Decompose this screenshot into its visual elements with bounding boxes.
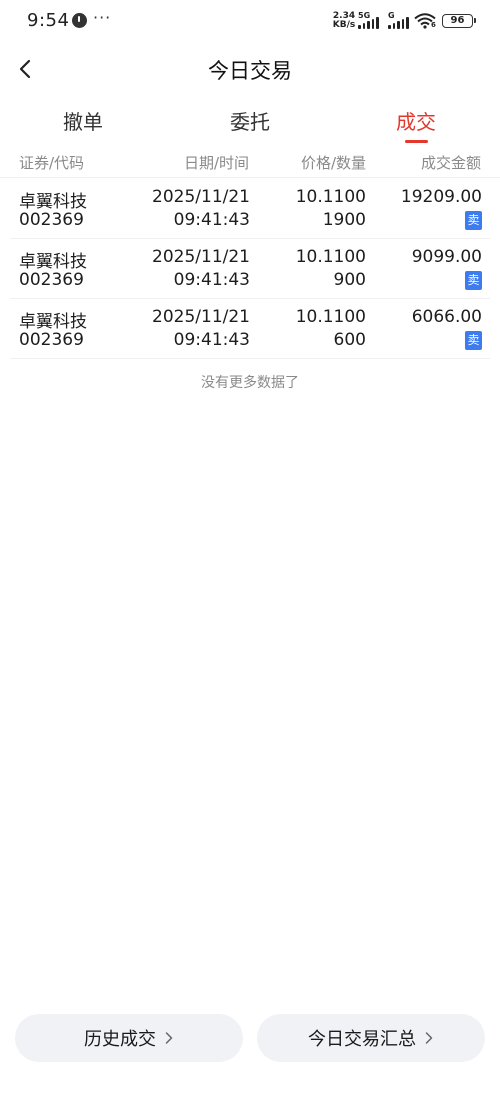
trade-time: 09:41:43	[173, 210, 250, 230]
table-header: 证券/代码 日期/时间 价格/数量 成交金额	[0, 150, 500, 178]
trade-price: 10.1100	[295, 247, 366, 267]
status-time: 9:54	[27, 10, 70, 31]
table-row[interactable]: 卓翼科技 002369 2025/11/21 09:41:43 10.1100 …	[10, 239, 490, 299]
column-header-datetime: 日期/时间	[183, 154, 249, 172]
trade-time: 09:41:43	[173, 270, 250, 290]
chevron-right-icon	[425, 1032, 433, 1044]
trade-quantity: 900	[333, 270, 366, 290]
trade-quantity: 1900	[322, 210, 366, 230]
trade-price: 10.1100	[295, 187, 366, 207]
notification-icon	[72, 13, 87, 28]
no-more-data-note: 没有更多数据了	[201, 375, 299, 391]
security-name: 卓翼科技	[19, 192, 87, 212]
tab-executed[interactable]: 成交	[376, 106, 456, 135]
trade-list: 卓翼科技 002369 2025/11/21 09:41:43 10.1100 …	[0, 179, 500, 359]
trade-amount: 6066.00	[411, 307, 482, 327]
tab-bar: 撤单 委托 成交	[0, 100, 500, 146]
trade-quantity: 600	[333, 330, 366, 350]
wifi-icon: 6	[414, 13, 436, 29]
security-name: 卓翼科技	[19, 312, 87, 332]
page-header: 今日交易	[0, 46, 500, 92]
network-speed: 2.34 KB/s	[332, 12, 356, 30]
trade-date: 2025/11/21	[152, 307, 250, 327]
column-header-security: 证券/代码	[19, 154, 85, 172]
security-code: 002369	[19, 330, 84, 350]
table-row[interactable]: 卓翼科技 002369 2025/11/21 09:41:43 10.1100 …	[10, 179, 490, 239]
trade-amount: 9099.00	[411, 247, 482, 267]
chevron-right-icon	[165, 1032, 173, 1044]
page-title: 今日交易	[208, 59, 292, 83]
tab-cancel[interactable]: 撤单	[43, 106, 123, 135]
column-header-price-qty: 价格/数量	[300, 154, 366, 172]
battery-icon: 96	[442, 14, 476, 28]
security-code: 002369	[19, 270, 84, 290]
trade-date: 2025/11/21	[152, 187, 250, 207]
security-code: 002369	[19, 210, 84, 230]
network-speed-unit: KB/s	[332, 20, 356, 30]
trade-time: 09:41:43	[173, 330, 250, 350]
tab-orders[interactable]: 委托	[210, 106, 290, 135]
sell-badge: 卖	[465, 271, 482, 290]
today-summary-button[interactable]: 今日交易汇总	[257, 1014, 485, 1062]
signal-icon: G	[388, 11, 410, 29]
trade-date: 2025/11/21	[152, 247, 250, 267]
more-notifications-icon: ···	[93, 8, 112, 27]
sell-badge: 卖	[465, 331, 482, 350]
signal-5g-icon: 5G	[358, 11, 382, 29]
active-tab-indicator	[405, 140, 428, 143]
history-trades-label: 历史成交	[84, 1029, 156, 1050]
trade-amount: 19209.00	[400, 187, 482, 207]
security-name: 卓翼科技	[19, 252, 87, 272]
today-summary-label: 今日交易汇总	[308, 1029, 416, 1050]
wifi-6-label: 6	[431, 21, 436, 29]
column-header-amount: 成交金额	[420, 154, 481, 172]
status-bar: 9:54 ··· 2.34 KB/s 5G G 6 96	[0, 0, 500, 42]
table-row[interactable]: 卓翼科技 002369 2025/11/21 09:41:43 10.1100 …	[10, 299, 490, 359]
trade-price: 10.1100	[295, 307, 366, 327]
sell-badge: 卖	[465, 211, 482, 230]
history-trades-button[interactable]: 历史成交	[15, 1014, 243, 1062]
